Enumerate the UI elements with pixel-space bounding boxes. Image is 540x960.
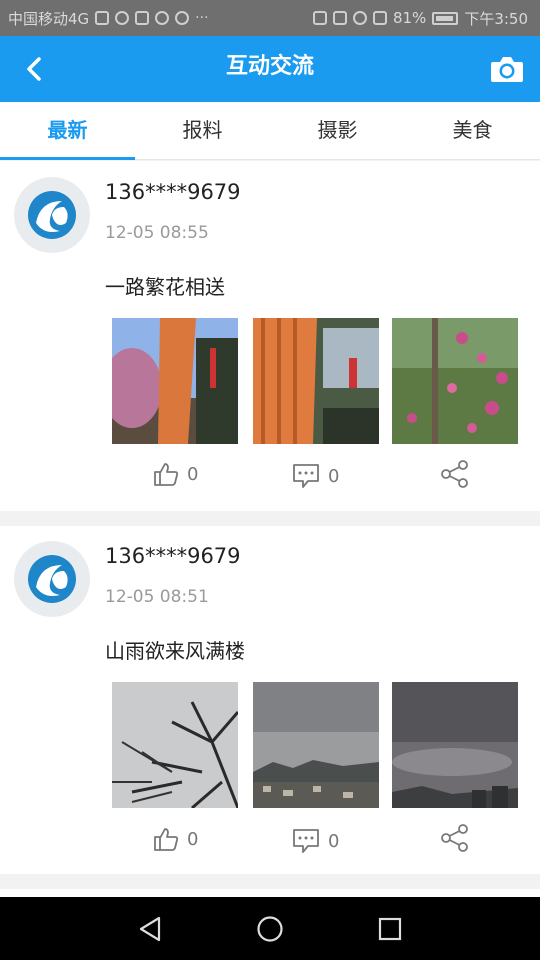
like-action[interactable]: 0 bbox=[153, 826, 198, 852]
nav-recents-icon[interactable] bbox=[372, 911, 408, 947]
post-card[interactable]: 136****9679 12-05 08:55 一路繁花相送 0 0 bbox=[0, 161, 540, 511]
app-logo-icon bbox=[28, 191, 76, 239]
page-title: 互动交流 bbox=[225, 54, 314, 79]
comment-icon bbox=[293, 464, 319, 488]
more-notify-icon: ··· bbox=[195, 10, 209, 26]
title-bar: 互动交流 bbox=[0, 36, 540, 102]
signal-icon bbox=[372, 11, 387, 25]
search-notify-icon bbox=[115, 11, 130, 25]
comment-action[interactable]: 0 bbox=[292, 463, 339, 489]
vibrate-icon bbox=[312, 11, 327, 25]
orange-railing-photo[interactable] bbox=[253, 318, 379, 444]
share-action[interactable] bbox=[440, 459, 470, 489]
tab-photography[interactable]: 摄影 bbox=[270, 102, 405, 159]
post-username[interactable]: 136****9679 bbox=[105, 180, 241, 204]
wechat-notify-icon bbox=[175, 11, 190, 25]
nav-back-icon[interactable] bbox=[132, 911, 168, 947]
chat-notify-icon bbox=[155, 11, 170, 25]
post-time: 12-05 08:55 bbox=[105, 223, 209, 243]
nav-home-icon[interactable] bbox=[252, 911, 288, 947]
thumbs-up-icon bbox=[154, 463, 179, 486]
clock: 下午3:50 bbox=[464, 9, 528, 28]
share-icon bbox=[441, 460, 468, 488]
status-right: 81% 下午3:50 bbox=[312, 0, 528, 36]
hd-icon bbox=[332, 11, 347, 25]
thumbs-up-icon bbox=[154, 828, 179, 851]
post-card[interactable]: 136****9679 12-05 08:51 山雨欲来风满楼 0 0 bbox=[0, 526, 540, 874]
carrier-label: 中国移动4G bbox=[8, 9, 90, 28]
tab-latest[interactable]: 最新 bbox=[0, 102, 135, 160]
battery-icon bbox=[432, 11, 459, 25]
avatar[interactable] bbox=[14, 541, 90, 617]
status-left: 中国移动4G ··· bbox=[8, 0, 209, 36]
camera-icon[interactable] bbox=[490, 54, 524, 84]
post-card[interactable] bbox=[0, 889, 540, 897]
comment-count: 0 bbox=[328, 465, 340, 487]
post-text: 山雨欲来风满楼 bbox=[105, 639, 245, 663]
category-tabs: 最新 报料 摄影 美食 bbox=[0, 102, 540, 160]
post-username[interactable]: 136****9679 bbox=[105, 544, 241, 568]
tab-food[interactable]: 美食 bbox=[405, 102, 540, 159]
wifi-icon bbox=[352, 11, 367, 25]
post-text: 一路繁花相送 bbox=[105, 275, 225, 299]
mountain-city-clouds-photo[interactable] bbox=[253, 682, 379, 808]
share-icon bbox=[441, 824, 468, 852]
dark-clouds-photo[interactable] bbox=[392, 682, 518, 808]
like-action[interactable]: 0 bbox=[153, 461, 198, 487]
status-bar: 中国移动4G ··· 81% 下午3:50 bbox=[0, 0, 540, 36]
battery-percent: 81% bbox=[392, 9, 427, 27]
like-count: 0 bbox=[187, 463, 199, 485]
comment-icon bbox=[293, 829, 319, 853]
flower-field-photo[interactable] bbox=[392, 318, 518, 444]
like-count: 0 bbox=[187, 828, 199, 850]
sim-icon bbox=[95, 11, 110, 25]
tree-cloudy-sky-photo[interactable] bbox=[112, 682, 238, 808]
avatar[interactable] bbox=[14, 177, 90, 253]
system-nav-bar bbox=[0, 897, 540, 960]
app-logo-icon bbox=[28, 555, 76, 603]
comment-action[interactable]: 0 bbox=[292, 828, 339, 854]
post-time: 12-05 08:51 bbox=[105, 587, 209, 607]
flower-bridge-photo[interactable] bbox=[112, 318, 238, 444]
share-action[interactable] bbox=[440, 823, 470, 853]
gallery-notify-icon bbox=[135, 11, 150, 25]
comment-count: 0 bbox=[328, 830, 340, 852]
tab-tips[interactable]: 报料 bbox=[135, 102, 270, 159]
